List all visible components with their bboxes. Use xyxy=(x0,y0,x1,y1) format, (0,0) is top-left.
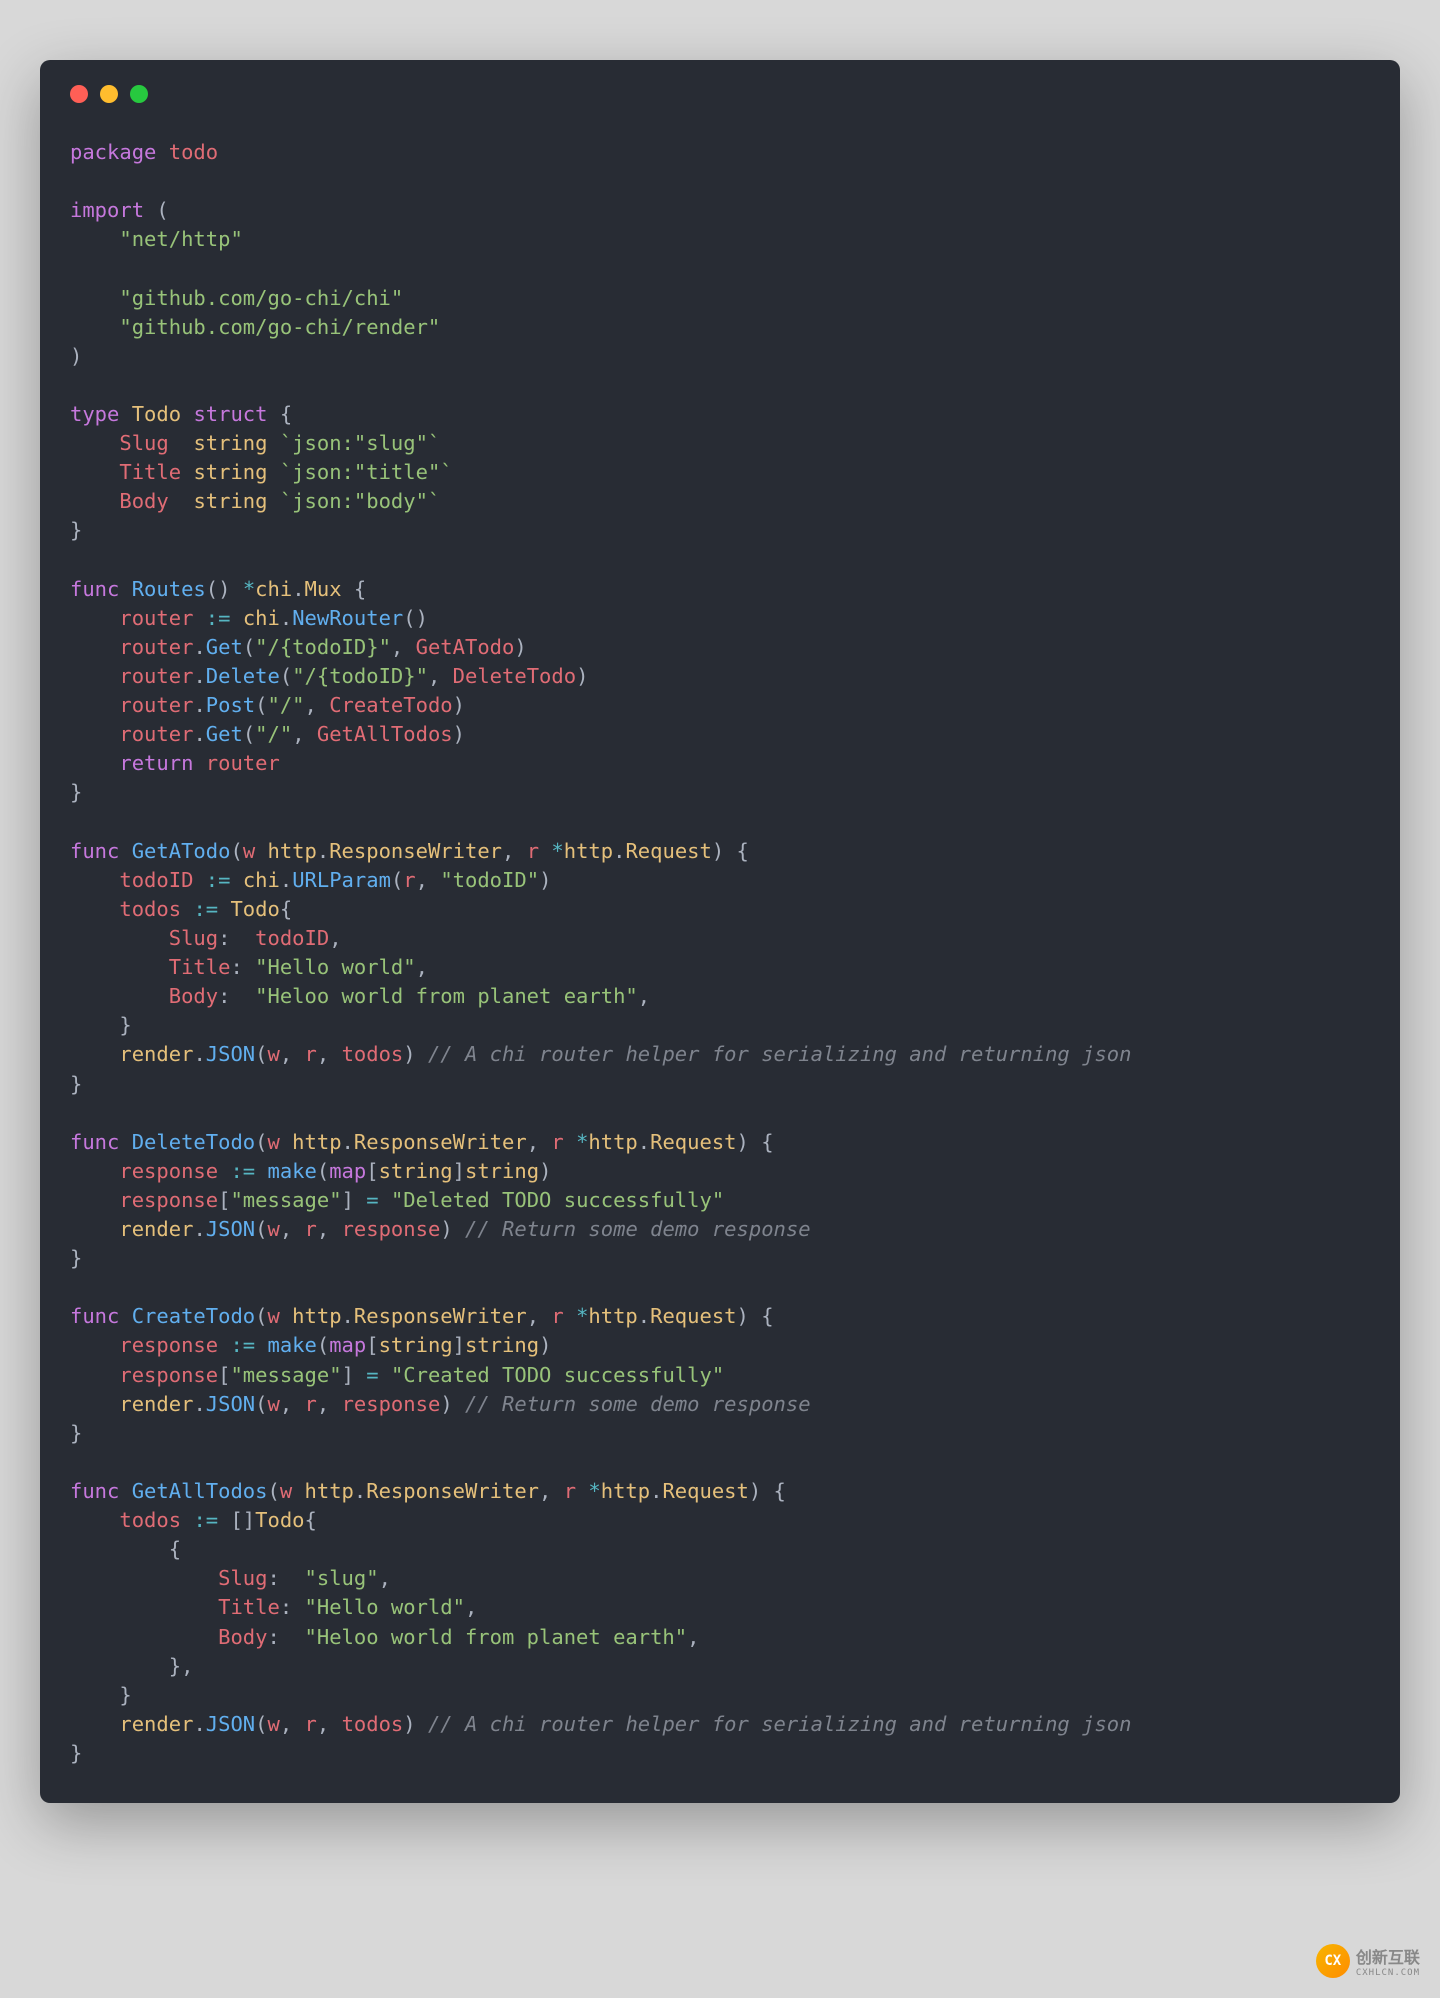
package-name: todo xyxy=(169,140,218,164)
func-deletetodo: DeleteTodo xyxy=(132,1130,255,1154)
func-routes: Routes xyxy=(132,577,206,601)
comment: // Return some demo response xyxy=(465,1392,811,1416)
type-todo: Todo xyxy=(132,402,181,426)
field-title: Title xyxy=(119,460,181,484)
keyword-import: import xyxy=(70,198,144,222)
window-titlebar xyxy=(70,85,1370,103)
field-slug: Slug xyxy=(119,431,168,455)
keyword-struct: struct xyxy=(193,402,267,426)
close-dot-icon[interactable] xyxy=(70,85,88,103)
watermark-subtext: CXHLCN.COM xyxy=(1356,1968,1420,1978)
maximize-dot-icon[interactable] xyxy=(130,85,148,103)
import-net-http: "net/http" xyxy=(119,227,242,251)
keyword-package: package xyxy=(70,140,156,164)
keyword-type: type xyxy=(70,402,119,426)
import-render: "github.com/go-chi/render" xyxy=(119,315,440,339)
comment: // A chi router helper for serializing a… xyxy=(428,1042,1132,1066)
comment: // Return some demo response xyxy=(465,1217,811,1241)
code-block: package todo import ( "net/http" "github… xyxy=(70,138,1370,1768)
watermark-text: 创新互联 xyxy=(1356,1944,1420,1968)
minimize-dot-icon[interactable] xyxy=(100,85,118,103)
func-createtodo: CreateTodo xyxy=(132,1304,255,1328)
watermark: CX 创新互联 CXHLCN.COM xyxy=(1316,1944,1420,1978)
comment: // A chi router helper for serializing a… xyxy=(428,1712,1132,1736)
func-getatodo: GetATodo xyxy=(132,839,231,863)
import-chi: "github.com/go-chi/chi" xyxy=(119,286,403,310)
field-body: Body xyxy=(119,489,168,513)
func-getalltodos: GetAllTodos xyxy=(132,1479,268,1503)
code-window: package todo import ( "net/http" "github… xyxy=(40,60,1400,1803)
watermark-logo-icon: CX xyxy=(1316,1944,1350,1978)
